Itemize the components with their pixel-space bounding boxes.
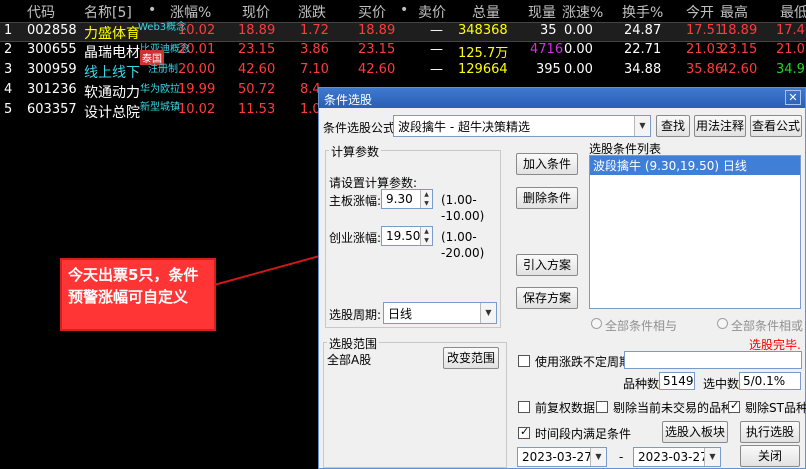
main-board-label: 主板涨幅: [329, 194, 382, 208]
period-label: 选股周期: [329, 308, 382, 322]
date-to-value: 2023-03-27 [638, 450, 708, 464]
spinner-icon[interactable]: ▲ ▼ [420, 190, 432, 208]
date-to-field[interactable]: 2023-03-27 ▼ [633, 447, 721, 467]
run-selection-button[interactable]: 执行选股 [740, 421, 800, 443]
spinner-icon[interactable]: ▲ ▼ [420, 227, 432, 245]
gem-range: (1.00--20.00) [441, 230, 485, 260]
list-item[interactable]: 波段擒牛 (9.30,19.50) 日线 [590, 156, 800, 175]
calc-params-title: 计算参数 [329, 143, 382, 160]
use-period-label: 使用涨跌不定周期 [535, 355, 632, 369]
count-value: 5149 [663, 374, 694, 388]
gem-label: 创业涨幅: [329, 231, 382, 245]
date-from-field[interactable]: 2023-03-27 ▼ [517, 447, 607, 467]
selected-label: 选中数 [703, 377, 740, 391]
range-value: 全部A股 [327, 353, 372, 367]
gem-input[interactable]: 19.50 ▲ ▼ [381, 226, 433, 246]
use-period-checkbox[interactable] [518, 355, 530, 367]
usage-notes-button[interactable]: 用法注释 [694, 115, 746, 137]
gem-value: 19.50 [386, 229, 421, 243]
selected-field: 5/0.1% [739, 372, 801, 390]
pre-adjust-checkbox[interactable] [518, 401, 530, 413]
calendar-dropdown-icon[interactable]: ▼ [590, 448, 606, 466]
period-select[interactable]: 日线 ▼ [383, 302, 497, 324]
main-board-input[interactable]: 9.30 ▲ ▼ [381, 189, 433, 209]
all-or-radio[interactable] [717, 318, 728, 329]
chevron-down-icon[interactable]: ▼ [480, 303, 496, 323]
time-range-label: 时间段内满足条件 [535, 427, 632, 441]
time-range-checkbox[interactable] [518, 425, 530, 439]
view-formula-button[interactable]: 查看公式 [750, 115, 802, 137]
all-or-label: 全部条件相或 [731, 319, 804, 333]
main-board-value: 9.30 [386, 192, 413, 206]
selected-value: 5/0.1% [743, 374, 786, 388]
delete-condition-button[interactable]: 删除条件 [516, 187, 578, 209]
condition-list[interactable]: 波段擒牛 (9.30,19.50) 日线 [589, 155, 801, 309]
date-from-value: 2023-03-27 [522, 450, 592, 464]
pre-adjust-label: 前复权数据 [535, 401, 596, 415]
import-plan-button[interactable]: 引入方案 [516, 254, 578, 276]
find-button[interactable]: 查找 [656, 115, 690, 137]
close-button[interactable]: 关闭 [740, 445, 800, 467]
add-to-board-button[interactable]: 选股入板块 [662, 421, 728, 443]
period-field[interactable] [624, 351, 802, 369]
main-board-range: (1.00--10.00) [441, 193, 485, 223]
remove-untraded-checkbox[interactable] [596, 401, 608, 413]
formula-value: 波段擒牛 - 超牛决策精选 [398, 120, 530, 134]
period-value: 日线 [388, 307, 413, 321]
all-and-label: 全部条件相与 [605, 319, 678, 333]
calendar-dropdown-icon[interactable]: ▼ [704, 448, 720, 466]
close-icon[interactable]: ✕ [785, 90, 801, 105]
chevron-down-icon[interactable]: ▼ [634, 116, 650, 136]
remove-st-checkbox[interactable] [728, 399, 740, 413]
formula-label: 条件选股公式 [323, 121, 396, 135]
formula-select[interactable]: 波段擒牛 - 超牛决策精选 ▼ [393, 115, 651, 137]
dialog-titlebar[interactable]: 条件选股 ✕ [319, 88, 805, 108]
count-label: 品种数 [623, 377, 660, 391]
remove-untraded-label: 剔除当前未交易的品种 [613, 401, 734, 415]
all-and-radio[interactable] [591, 318, 602, 329]
save-plan-button[interactable]: 保存方案 [516, 287, 578, 309]
remove-st-label: 剔除ST品种 [745, 401, 806, 415]
dialog-title: 条件选股 [324, 93, 373, 107]
change-range-button[interactable]: 改变范围 [443, 347, 499, 369]
condition-selection-dialog: 条件选股 ✕ 条件选股公式 波段擒牛 - 超牛决策精选 ▼ 查找 用法注释 查看… [318, 87, 806, 469]
date-separator: - [619, 450, 624, 464]
range-title: 选股范围 [327, 335, 380, 352]
add-condition-button[interactable]: 加入条件 [516, 153, 578, 175]
count-field: 5149 [659, 372, 695, 390]
